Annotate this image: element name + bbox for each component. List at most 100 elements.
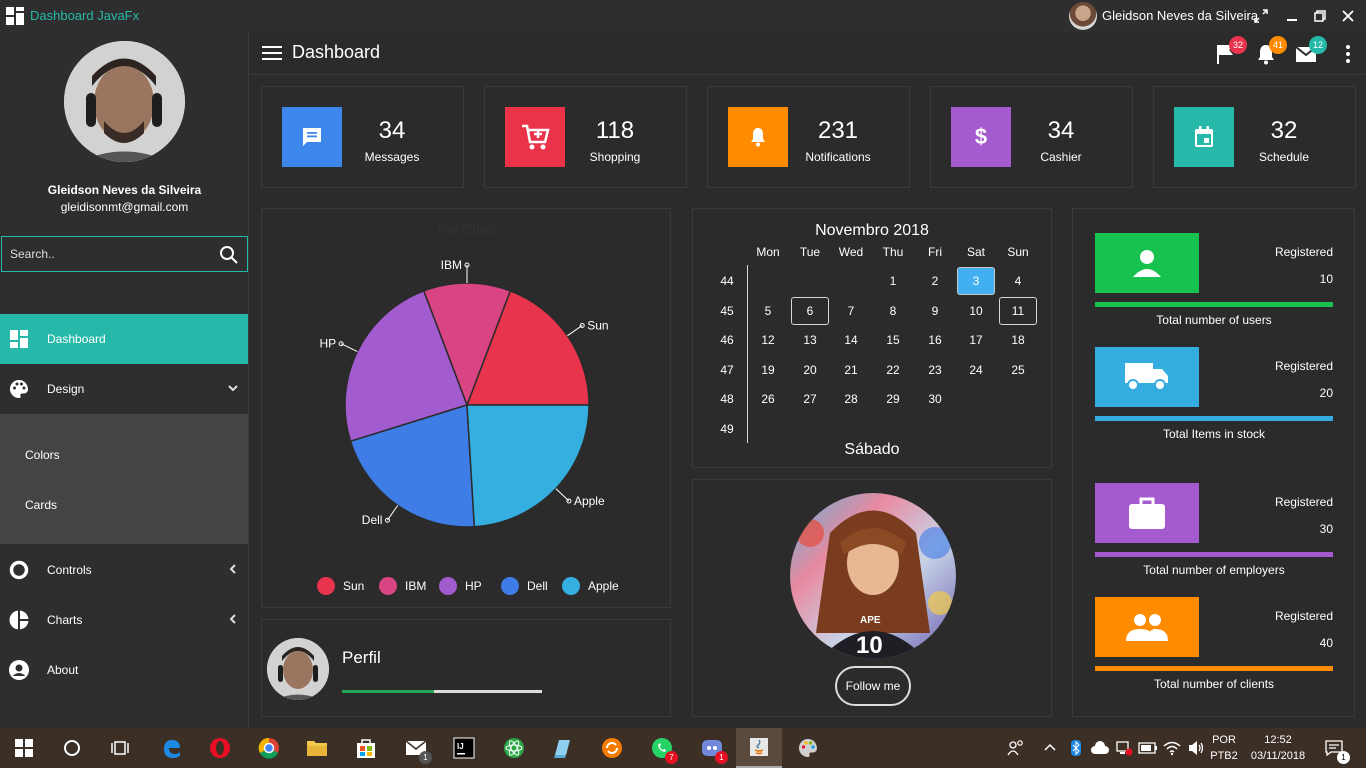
network-warning-icon[interactable] — [1112, 736, 1136, 760]
calendar-date-cell[interactable]: 4 — [999, 267, 1037, 295]
input-language[interactable]: POR — [1208, 734, 1240, 746]
battery-icon[interactable] — [1136, 736, 1160, 760]
pie-label-apple: Apple — [574, 494, 605, 508]
java-app-icon[interactable] — [736, 728, 782, 768]
keyboard-layout[interactable]: PTB2 — [1208, 750, 1240, 762]
calendar-date-cell[interactable]: 29 — [874, 385, 912, 413]
calendar-date-cell[interactable]: 9 — [916, 297, 954, 325]
follow-me-button[interactable]: Follow me — [835, 666, 911, 706]
intellij-icon[interactable]: IJ — [452, 736, 476, 760]
calendar-date-cell[interactable]: 22 — [874, 356, 912, 384]
calendar-day-header: Wed — [838, 245, 864, 259]
paint-icon[interactable] — [796, 736, 820, 760]
sync-app-icon[interactable] — [600, 736, 624, 760]
mail-app-icon[interactable]: 1 — [404, 736, 432, 764]
calendar-date-cell[interactable]: 1 — [874, 267, 912, 295]
discord-icon[interactable]: 1 — [700, 736, 728, 764]
whatsapp-icon[interactable]: 7 — [650, 736, 678, 764]
fullscreen-icon[interactable] — [1251, 6, 1271, 26]
sidebar-item-about[interactable]: About — [0, 645, 248, 695]
registered-label: Registered — [1274, 495, 1333, 509]
task-view-icon[interactable] — [108, 736, 132, 760]
calendar-date-cell[interactable]: 27 — [791, 385, 829, 413]
calendar-date-cell[interactable]: 25 — [999, 356, 1037, 384]
calendar-date-cell[interactable]: 11 — [999, 296, 1037, 325]
calendar-date-cell[interactable]: 5 — [749, 297, 787, 325]
store-icon[interactable] — [354, 736, 378, 760]
sidebar-item-design[interactable]: Design — [0, 364, 248, 414]
calendar-date-cell[interactable]: 17 — [957, 326, 995, 354]
calendar-date-cell[interactable]: 6 — [791, 296, 829, 325]
cortana-icon[interactable] — [60, 736, 84, 760]
pie-label-sun: Sun — [587, 318, 608, 332]
legend-dot — [379, 577, 397, 595]
submenu-item-cards[interactable]: Cards — [0, 480, 248, 530]
stat-card-notifications[interactable]: 231 Notifications — [707, 86, 910, 188]
more-vert-icon[interactable] — [1336, 42, 1360, 66]
calendar-date-cell[interactable]: 8 — [874, 297, 912, 325]
close-icon[interactable] — [1338, 6, 1358, 26]
atom-icon[interactable] — [502, 736, 526, 760]
calendar-date-cell[interactable]: 13 — [791, 326, 829, 354]
action-center-icon[interactable]: 1 — [1322, 736, 1350, 764]
restore-icon[interactable] — [1310, 6, 1330, 26]
bluetooth-icon[interactable] — [1064, 736, 1088, 760]
title-user-name[interactable]: Gleidson Neves da Silveira — [1102, 8, 1258, 23]
briefcase-icon — [1095, 483, 1199, 543]
stat-value: 34 — [1047, 117, 1075, 144]
calendar-date-cell[interactable]: 30 — [916, 385, 954, 413]
notes-app-icon[interactable] — [550, 736, 574, 760]
calendar-date-cell[interactable]: 14 — [832, 326, 870, 354]
opera-icon[interactable] — [208, 736, 232, 760]
minimize-icon[interactable] — [1282, 6, 1302, 26]
sidebar-item-charts[interactable]: Charts — [0, 595, 248, 645]
stat-card-cashier[interactable]: $ 34 Cashier — [930, 86, 1133, 188]
cart-icon — [505, 107, 565, 167]
calendar-date-cell[interactable]: 2 — [916, 267, 954, 295]
stat-card-shopping[interactable]: 118 Shopping — [484, 86, 687, 188]
calendar-date-cell[interactable]: 26 — [749, 385, 787, 413]
calendar-date-cell[interactable]: 15 — [874, 326, 912, 354]
wifi-icon[interactable] — [1160, 736, 1184, 760]
calendar-week-number: 47 — [720, 362, 734, 377]
calendar-date-cell[interactable]: 12 — [749, 326, 787, 354]
calendar-date-cell[interactable]: 10 — [957, 297, 995, 325]
hamburger-menu-icon[interactable] — [262, 46, 282, 60]
calendar-panel: Novembro 2018 Sábado Mon Tue Wed Thu Fri Sat S… — [692, 208, 1052, 468]
registered-value: 20 — [1319, 386, 1333, 400]
sidebar-item-dashboard[interactable]: Dashboard — [0, 314, 248, 364]
chrome-icon[interactable] — [257, 736, 281, 760]
file-explorer-icon[interactable] — [305, 736, 329, 760]
chevron-up-icon[interactable] — [1038, 736, 1062, 760]
title-avatar[interactable] — [1069, 2, 1097, 30]
sidebar: Gleidson Neves da Silveira gleidisonmt@g… — [0, 32, 249, 728]
calendar-date-cell[interactable]: 21 — [832, 356, 870, 384]
sidebar-item-controls[interactable]: Controls — [0, 545, 248, 595]
windows-start-icon[interactable] — [12, 736, 36, 760]
search-input[interactable] — [10, 245, 210, 263]
search-icon[interactable] — [219, 245, 239, 265]
calendar-date-cell[interactable]: 24 — [957, 356, 995, 384]
clock-date[interactable]: 03/11/2018 — [1246, 750, 1310, 762]
stat-card-messages[interactable]: 34 Messages — [261, 86, 464, 188]
calendar-date-cell[interactable]: 20 — [791, 356, 829, 384]
edge-icon[interactable] — [160, 736, 184, 760]
calendar-date-cell[interactable]: 3 — [957, 267, 995, 295]
people-tray-icon[interactable] — [1004, 736, 1028, 760]
submenu-item-colors[interactable]: Colors — [0, 430, 248, 480]
calendar-date-cell[interactable]: 19 — [749, 356, 787, 384]
calendar-date-cell[interactable]: 18 — [999, 326, 1037, 354]
clock-time[interactable]: 12:52 — [1246, 734, 1310, 746]
calendar-date-cell[interactable]: 7 — [832, 297, 870, 325]
bell-icon[interactable]: 41 — [1254, 36, 1287, 66]
cloud-icon[interactable] — [1088, 736, 1112, 760]
stat-card-schedule[interactable]: 32 Schedule — [1153, 86, 1356, 188]
pie-slice-apple[interactable] — [466, 404, 590, 528]
calendar-week-number: 49 — [720, 422, 734, 436]
calendar-date-cell[interactable]: 23 — [916, 356, 954, 384]
volume-icon[interactable] — [1184, 736, 1208, 760]
mail-icon[interactable]: 12 — [1294, 36, 1327, 66]
flag-icon[interactable]: 32 — [1214, 36, 1247, 66]
calendar-date-cell[interactable]: 28 — [832, 385, 870, 413]
calendar-date-cell[interactable]: 16 — [916, 326, 954, 354]
